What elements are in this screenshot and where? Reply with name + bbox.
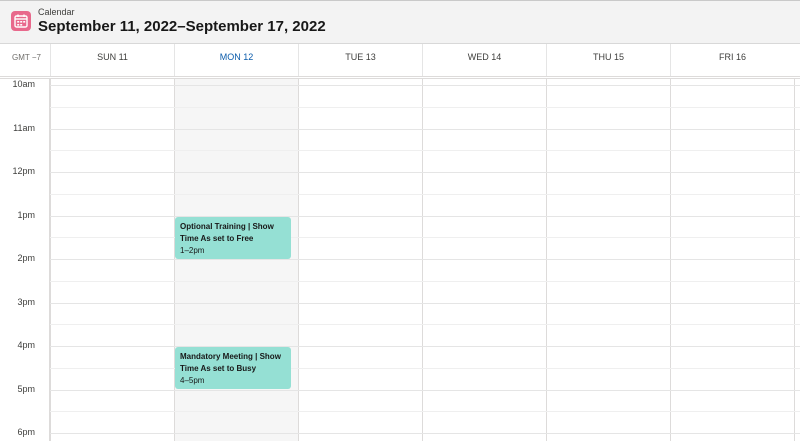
calendar-event[interactable]: Mandatory Meeting | Show Time As set to … [175, 347, 291, 389]
hour-line [50, 259, 800, 260]
hour-line [50, 433, 800, 434]
half-hour-line [50, 193, 800, 195]
calendar-grid[interactable]: 10am 11am 12pm 1pm 2pm 3pm 4pm 5pm 6pm Optional … [0, 79, 800, 441]
day-column-5[interactable] [670, 79, 794, 441]
day-header-3[interactable]: WED 14 [422, 44, 546, 76]
half-hour-line [50, 106, 800, 108]
header-label: Calendar [38, 7, 75, 17]
time-label: 1pm [17, 209, 35, 220]
hour-line [50, 215, 800, 217]
event-title: Optional Training | Show Time As set to … [180, 221, 274, 243]
time-label: 10am [12, 79, 35, 89]
time-label: 2pm [17, 253, 35, 263]
time-label: 12pm [12, 166, 35, 176]
time-label: 3pm [17, 296, 35, 307]
day-column-3[interactable] [422, 79, 546, 441]
half-hour-line [50, 324, 800, 326]
page-title: September 11, 2022–September 17, 2022 [38, 18, 326, 35]
half-hour-line [50, 150, 800, 152]
day-header-2[interactable]: TUE 13 [298, 44, 422, 76]
hour-line [50, 302, 800, 304]
half-hour-line [50, 280, 800, 282]
event-title: Mandatory Meeting | Show Time As set to … [180, 352, 281, 373]
timezone-label: GMT −7 [12, 53, 41, 62]
day-header-5[interactable]: FRI 16 [670, 44, 794, 76]
hour-line [50, 85, 800, 86]
day-header-row: GMT −7 SUN 11 MON 12 TUE 13 WED 14 THU 15 FRI… [0, 44, 800, 79]
hour-line [50, 389, 800, 391]
time-label: 6pm [17, 427, 35, 437]
half-hour-line [50, 237, 800, 239]
time-label: 11am [13, 122, 35, 133]
day-header-0[interactable]: SUN 11 [50, 44, 174, 76]
time-label: 5pm [17, 383, 35, 394]
day-column-4[interactable] [546, 79, 670, 441]
event-time: 4–5pm [180, 376, 205, 385]
day-column-2[interactable] [298, 79, 422, 441]
hour-line [50, 172, 800, 173]
event-time: 1–2pm [180, 245, 205, 255]
day-header-4[interactable]: THU 15 [546, 44, 670, 76]
calendar-icon [11, 11, 31, 31]
calendar-event[interactable]: Optional Training | Show Time As set to … [175, 216, 291, 259]
day-header-1[interactable]: MON 12 [174, 44, 298, 76]
calendar-header: Calendar September 11, 2022–September 17… [0, 0, 800, 44]
hour-line [50, 346, 800, 347]
time-label: 4pm [17, 340, 35, 350]
day-column-0[interactable] [50, 79, 174, 441]
half-hour-line [50, 367, 800, 369]
day-column-edge [794, 79, 800, 441]
half-hour-line [50, 411, 800, 413]
hour-line [50, 128, 800, 130]
